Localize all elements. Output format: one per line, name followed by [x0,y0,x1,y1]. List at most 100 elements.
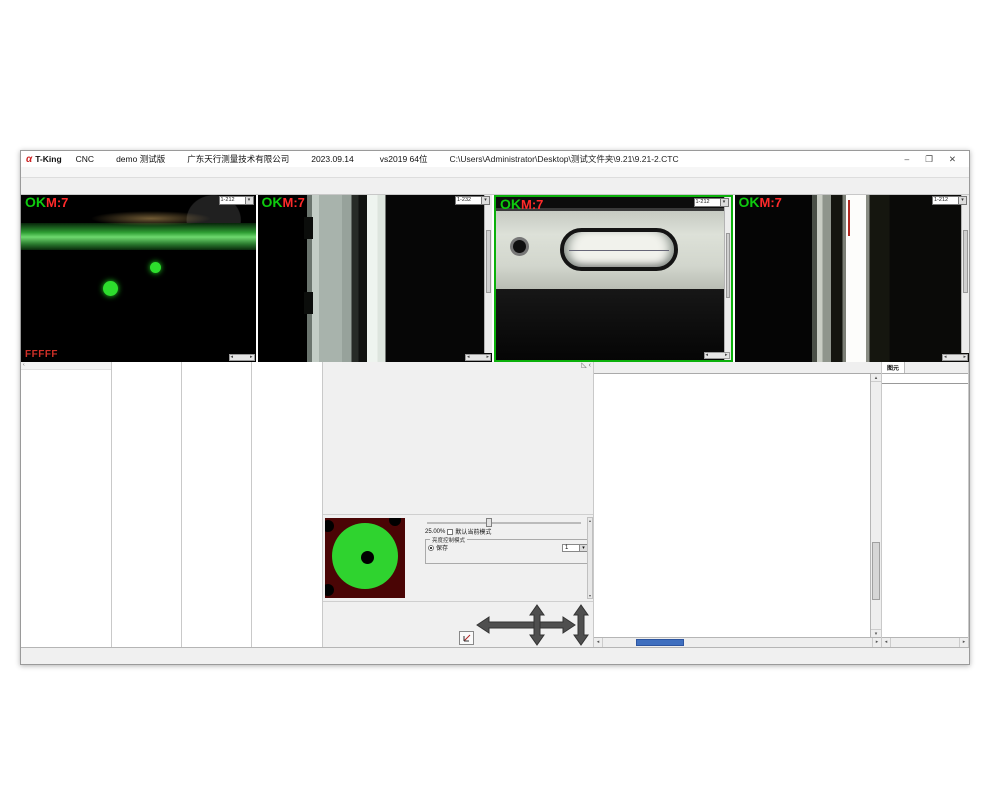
light-mode-buttons [406,515,421,601]
dro-readout [323,602,593,647]
ring-light-preview[interactable] [325,518,405,598]
camera-4-image [735,195,970,362]
options-vscrollbar[interactable]: ▴▾ [587,517,593,599]
status-overlay: OKM:7 [262,195,305,210]
camera-tag: FFFFF [25,349,58,360]
metal-plate [496,208,724,289]
feature-list-1: ‹ [21,362,111,647]
camera-zoom-select[interactable]: 1-232▾ [455,196,490,205]
feature-list-4 [252,362,322,647]
results-vscrollbar[interactable]: ▴ ▾ [870,374,881,637]
camera-3-image [496,197,731,360]
save-slot-select[interactable]: 1▾ [562,544,588,552]
jog-arrows-icon[interactable] [475,603,595,647]
camera-zoom-select[interactable]: 1-212▾ [219,196,254,205]
brightness-mode-group: 亮度控制模式 保存 1▾ [425,539,591,564]
app-name: CNC [76,154,94,164]
splitter-icon[interactable]: ◺ ‹ [581,361,591,369]
camera-vscrollbar[interactable] [961,195,969,353]
green-dot [103,281,118,296]
red-marker-line [848,200,850,236]
status-overlay: OKM:7 [25,195,68,210]
magnification-value: 25.00% [425,529,445,535]
camera-zoom-select[interactable]: 1-212▾ [694,198,729,207]
status-bar [21,647,969,664]
list-scroll-hint[interactable]: ‹ [21,362,111,370]
camera-hscrollbar[interactable]: ◂▸ [704,352,730,359]
slot-feature [560,228,678,271]
brand-name: T-King [35,154,61,164]
status-overlay: OKM:7 [500,196,543,212]
feature-list-3 [182,362,251,647]
corner-dot [325,520,334,532]
camera-hscrollbar[interactable]: ◂▸ [229,354,255,361]
camera-2-image [258,195,493,362]
laser-band [21,223,256,250]
save-radio-label: 保存 [436,543,448,552]
results-grid [594,374,870,637]
center-panel: ◺ ‹ 25.00% 默认当前模式 [323,362,593,647]
chevron-down-icon[interactable]: ▾ [721,198,729,207]
workspace: ‹ ◺ ‹ 25.00% [21,362,969,647]
chevron-down-icon: ▾ [579,545,587,551]
results-tabs [594,362,881,374]
default-mode-checkbox[interactable] [447,529,453,535]
title-bar: α T-King CNC demo 测试版 广东天行测量技术有限公司 2023.… [21,151,969,167]
camera-1-image: FFFFF [21,195,256,362]
chevron-down-icon[interactable]: ▾ [959,196,967,205]
element-panel: 图元 ◂▸ [882,362,968,647]
hscroll-thumb[interactable] [636,639,684,646]
scroll-down-icon[interactable]: ▾ [871,629,881,637]
toolbar [21,178,969,195]
camera-views: FFFFF OKM:7 1-212▾ ◂▸ OKM:7 1-232▾ ◂▸ OK… [21,195,969,362]
scroll-up-icon[interactable]: ▴ [871,374,881,382]
corner-dot [325,584,334,596]
axis-values [323,602,468,647]
minimize-button[interactable]: – [905,154,910,165]
results-table-panel: ▴ ▾ ◂ ▸ [594,362,881,647]
chevron-down-icon[interactable]: ▾ [482,196,490,205]
app-mode: demo 测试版 [116,153,165,165]
maximize-button[interactable]: ❐ [925,154,933,165]
status-overlay: OKM:7 [739,195,782,210]
default-mode-label: 默认当前模式 [455,527,491,536]
diagonal-arrow-icon [462,633,472,643]
tab-element[interactable]: 图元 [882,362,905,373]
camera-view-3-active[interactable]: OKM:7 1-212▾ ◂▸ [494,195,733,362]
corner-dot [389,518,401,526]
hole-feature [513,240,526,253]
magnification-slider[interactable] [427,517,581,527]
scroll-left-icon[interactable]: ◂ [594,638,603,647]
camera-view-1[interactable]: FFFFF OKM:7 1-212▾ ◂▸ [21,195,256,362]
build-date: 2023.09.14 [311,154,354,164]
feature-list-2 [112,362,181,647]
save-radio[interactable] [428,545,434,551]
camera-hscrollbar[interactable]: ◂▸ [465,354,491,361]
camera-view-2[interactable]: OKM:7 1-232▾ ◂▸ [258,195,493,362]
page: { "window":{ "logo":"α","brand":"T-King"… [0,0,1000,789]
open-file-path: C:\Users\Administrator\Desktop\测试文件夹\9.2… [450,153,679,165]
close-button[interactable]: ✕ [949,154,956,165]
app-window: α T-King CNC demo 测试版 广东天行测量技术有限公司 2023.… [20,150,970,665]
diagonal-jog-button[interactable] [459,631,474,645]
results-hscrollbar[interactable]: ◂ ▸ [594,637,881,647]
camera-hscrollbar[interactable]: ◂▸ [942,354,968,361]
camera-view-4[interactable]: OKM:7 1-212▾ ◂▸ [735,195,970,362]
build-info: vs2019 64位 [380,153,428,165]
chevron-down-icon[interactable]: ▾ [246,196,254,205]
camera-vscrollbar[interactable] [724,197,731,360]
light-control-panel: 25.00% 默认当前模式 亮度控制模式 保存 1▾ [323,515,593,602]
green-dot [150,262,161,273]
group-title: 亮度控制模式 [430,536,467,544]
menu-bar [21,167,969,178]
glow-highlight [91,211,211,226]
element-table-header [882,374,968,384]
element-hscrollbar[interactable]: ◂▸ [882,637,968,647]
camera-vscrollbar[interactable] [484,195,492,353]
app-logo-icon: α [26,154,32,165]
camera-zoom-select[interactable]: 1-212▾ [932,196,967,205]
scroll-right-icon[interactable]: ▸ [872,638,881,647]
company-name: 广东天行测量技术有限公司 [187,153,289,165]
light-options: 25.00% 默认当前模式 亮度控制模式 保存 1▾ [423,515,593,601]
measure-tool-palette: ◺ ‹ [323,362,593,515]
